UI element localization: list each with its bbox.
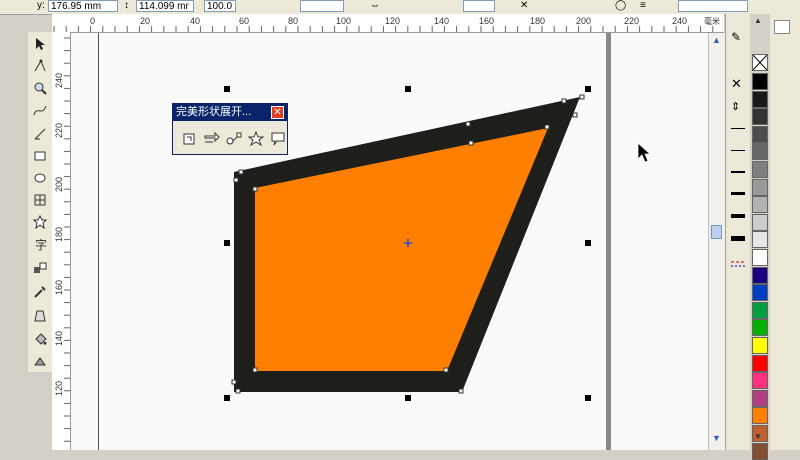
scroll-thumb[interactable]	[711, 225, 722, 239]
color-swatch[interactable]	[752, 231, 768, 249]
color-swatch[interactable]	[752, 213, 768, 231]
shape-layer	[224, 86, 652, 401]
color-swatch[interactable]	[752, 90, 768, 108]
handle-top-middle[interactable]	[405, 86, 411, 92]
outline-hairline[interactable]	[731, 128, 745, 129]
pen-icon[interactable]: ✎	[731, 30, 741, 44]
color-swatch[interactable]	[752, 337, 768, 354]
node-handle[interactable]	[468, 140, 474, 146]
color-swatch[interactable]	[752, 266, 768, 284]
handle-top-right[interactable]	[585, 86, 591, 92]
color-swatch[interactable]	[752, 178, 768, 196]
node-handle[interactable]	[465, 121, 471, 127]
color-swatch[interactable]	[752, 73, 768, 90]
node-handle[interactable]	[443, 367, 449, 373]
vertical-scrollbar[interactable]: ▲ ▼	[708, 33, 725, 450]
color-swatch[interactable]	[752, 407, 768, 425]
color-swatch[interactable]	[752, 161, 768, 178]
docker-icon[interactable]	[774, 20, 790, 34]
node-handle[interactable]	[544, 124, 550, 130]
flowchart-shapes-icon[interactable]	[223, 128, 245, 150]
color-swatch[interactable]	[752, 249, 768, 266]
node-handle[interactable]	[561, 98, 567, 104]
right-docker-edge	[770, 14, 800, 450]
handle-bottom-middle[interactable]	[405, 395, 411, 401]
node-handle[interactable]	[579, 94, 585, 100]
scroll-up-icon[interactable]: ▲	[711, 35, 722, 46]
color-swatch[interactable]	[752, 284, 768, 302]
node-handle[interactable]	[235, 388, 241, 394]
color-swatch[interactable]	[752, 354, 768, 372]
color-swatch[interactable]	[752, 125, 768, 143]
callout-shapes-icon[interactable]	[267, 128, 289, 150]
node-handle[interactable]	[572, 112, 578, 118]
color-palette: ▲ ▼	[750, 14, 770, 460]
no-fill-swatch[interactable]	[752, 54, 768, 71]
color-swatch[interactable]	[752, 143, 768, 161]
star-shapes-icon[interactable]	[245, 128, 267, 150]
color-swatch[interactable]	[752, 372, 768, 390]
node-handle[interactable]	[252, 367, 258, 373]
no-outline-icon[interactable]: ✕	[731, 76, 742, 92]
node-handle[interactable]	[252, 186, 258, 192]
handle-middle-right[interactable]	[585, 240, 591, 246]
outline-width-docker: ✎ ✕ ⇕	[725, 14, 750, 450]
palette-scroll-up-icon[interactable]: ▲	[754, 16, 762, 25]
palette-scroll-down-icon[interactable]: ▼	[754, 432, 762, 441]
perfect-shapes-flyout[interactable]: 完美形状展开... ✕	[172, 103, 288, 155]
node-handle[interactable]	[233, 177, 239, 183]
outline-arrows-icon[interactable]: ⇕	[731, 100, 740, 113]
handle-bottom-left[interactable]	[224, 395, 230, 401]
flyout-title[interactable]: 完美形状展开...	[173, 104, 287, 121]
outline-3[interactable]	[731, 236, 745, 241]
outline-dashed-icon[interactable]	[731, 260, 745, 270]
color-swatch[interactable]	[752, 319, 768, 337]
color-swatch[interactable]	[752, 389, 768, 407]
outline-2[interactable]	[731, 214, 745, 218]
mouse-cursor-icon	[637, 142, 652, 163]
arrow-shapes-icon[interactable]	[201, 128, 223, 150]
color-swatch[interactable]	[752, 442, 768, 460]
close-icon[interactable]: ✕	[271, 106, 284, 119]
node-handle[interactable]	[458, 388, 464, 394]
basic-shapes-icon[interactable]	[179, 128, 201, 150]
handle-middle-left[interactable]	[224, 240, 230, 246]
outline-0-5[interactable]	[731, 171, 745, 173]
color-swatch[interactable]	[752, 108, 768, 126]
outline-1[interactable]	[731, 192, 745, 195]
outline-thin[interactable]	[731, 150, 745, 151]
color-swatch[interactable]	[752, 301, 768, 319]
handle-bottom-right[interactable]	[585, 395, 591, 401]
node-handle[interactable]	[231, 379, 237, 385]
handle-top-left[interactable]	[224, 86, 230, 92]
node-handle[interactable]	[238, 169, 244, 175]
scroll-down-icon[interactable]: ▼	[711, 433, 722, 444]
color-swatch[interactable]	[752, 196, 768, 214]
